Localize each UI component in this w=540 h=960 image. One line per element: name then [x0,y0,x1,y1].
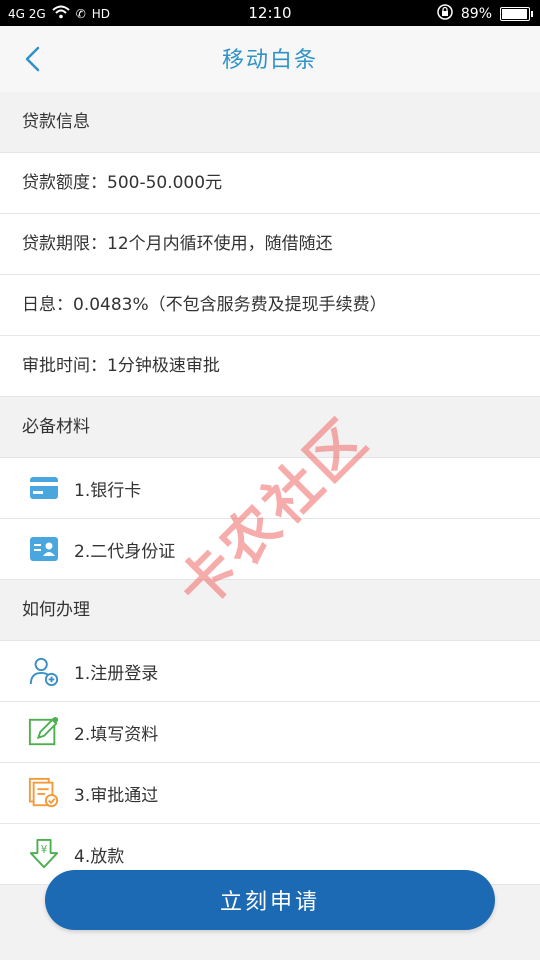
approval-time-row: 审批时间：1分钟极速审批 [0,336,540,397]
bank-card-icon [28,472,60,504]
process-label: 4.放款 [74,846,125,867]
apply-button[interactable]: 立刻申请 [45,870,495,930]
section-materials-title: 必备材料 [0,397,540,458]
daily-interest-row: 日息：0.0483%（不包含服务费及提现手续费） [0,275,540,336]
battery-fill [502,9,527,19]
process-step-approved: 3.审批通过 [0,763,540,824]
process-step-register: 1.注册登录 [0,641,540,702]
id-card-icon [28,533,60,565]
content: 贷款信息 贷款额度：500-50.000元 贷款期限：12个月内循环使用，随借随… [0,92,540,885]
download-money-icon: ¥ [28,838,60,870]
section-loan-info-title: 贷款信息 [0,92,540,153]
user-add-icon [28,655,60,687]
process-label: 2.填写资料 [74,724,159,745]
page-title: 移动白条 [221,48,318,73]
lock-rotation-icon [437,4,453,24]
edit-icon [28,716,60,748]
process-label: 3.审批通过 [74,785,159,806]
battery-icon [500,7,533,21]
status-bar: 4G 2G ✆ HD 12:10 89% [0,0,540,26]
section-process-title: 如何办理 [0,580,540,641]
material-label: 2.二代身份证 [74,541,176,562]
loan-term-row: 贷款期限：12个月内循环使用，随借随还 [0,214,540,275]
material-label: 1.银行卡 [74,480,142,501]
approval-icon [28,777,60,809]
nav-bar: 移动白条 [0,26,540,93]
process-step-fill-info: 2.填写资料 [0,702,540,763]
material-item-bank-card: 1.银行卡 [0,458,540,519]
battery-percent: 89% [460,6,492,22]
material-item-id-card: 2.二代身份证 [0,519,540,580]
process-label: 1.注册登录 [74,663,159,684]
loan-amount-row: 贷款额度：500-50.000元 [0,153,540,214]
svg-text:¥: ¥ [41,844,48,856]
status-right: 89% [437,4,533,24]
